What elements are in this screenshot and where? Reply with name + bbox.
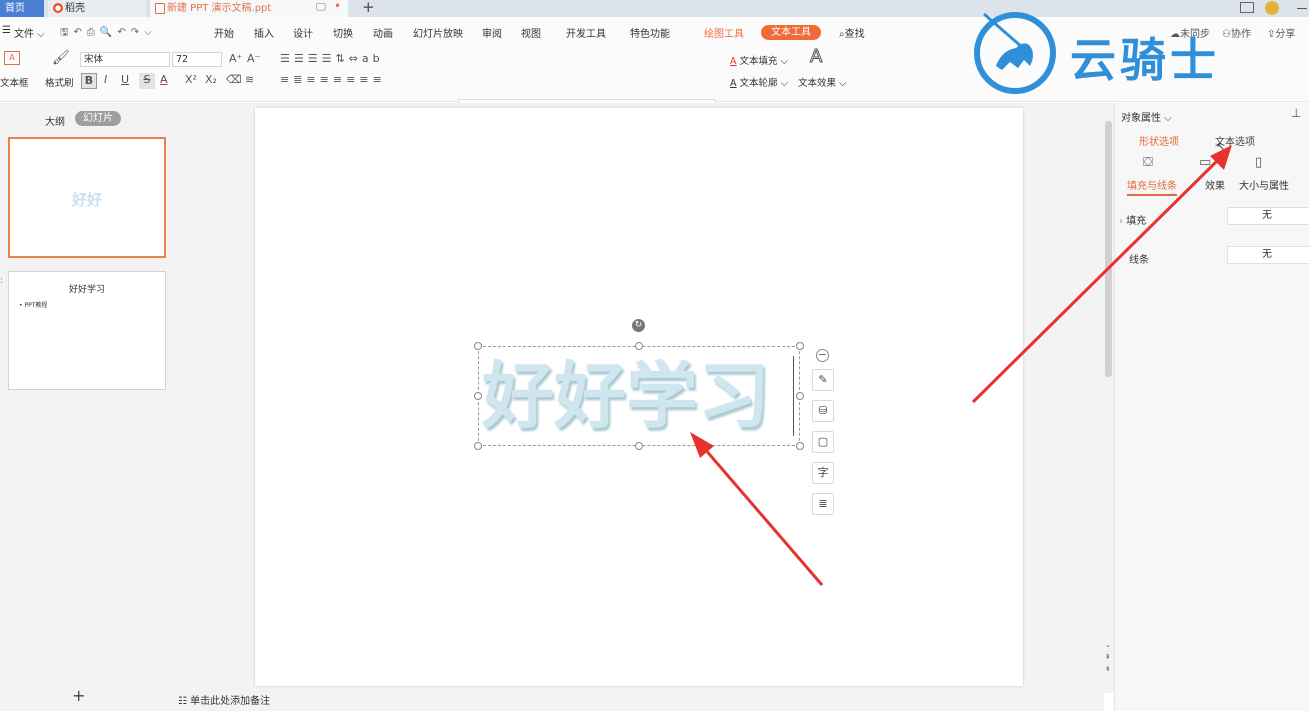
mouse-cursor-icon: ↖	[1216, 140, 1226, 153]
annotation-arrow-1	[702, 447, 824, 586]
annotation-arrow-2	[971, 158, 1220, 404]
annotation-arrows	[690, 145, 1232, 586]
